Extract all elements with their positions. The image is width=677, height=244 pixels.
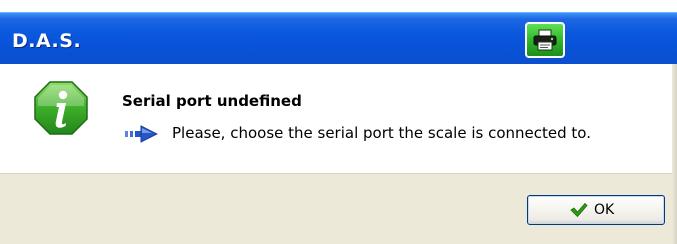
arrow-right-icon (125, 125, 158, 143)
window-title: D.A.S. (12, 30, 82, 52)
checkmark-icon (570, 202, 588, 218)
message-panel: Serial port undefined Please, choose the… (0, 64, 677, 174)
printer-icon (533, 29, 557, 51)
window-right-edge (672, 64, 677, 244)
message-heading: Serial port undefined (122, 92, 302, 110)
dialog-window: D.A.S. Serial port undefined Please, cho… (0, 0, 677, 244)
ok-button[interactable]: OK (527, 195, 665, 225)
window-top-edge (0, 0, 677, 12)
message-detail: Please, choose the serial port the scale… (172, 124, 591, 142)
print-button[interactable] (525, 22, 565, 58)
title-bar[interactable]: D.A.S. (0, 12, 677, 64)
ok-label: OK (594, 202, 615, 218)
info-icon (34, 81, 88, 135)
button-bar: OK (0, 174, 677, 244)
